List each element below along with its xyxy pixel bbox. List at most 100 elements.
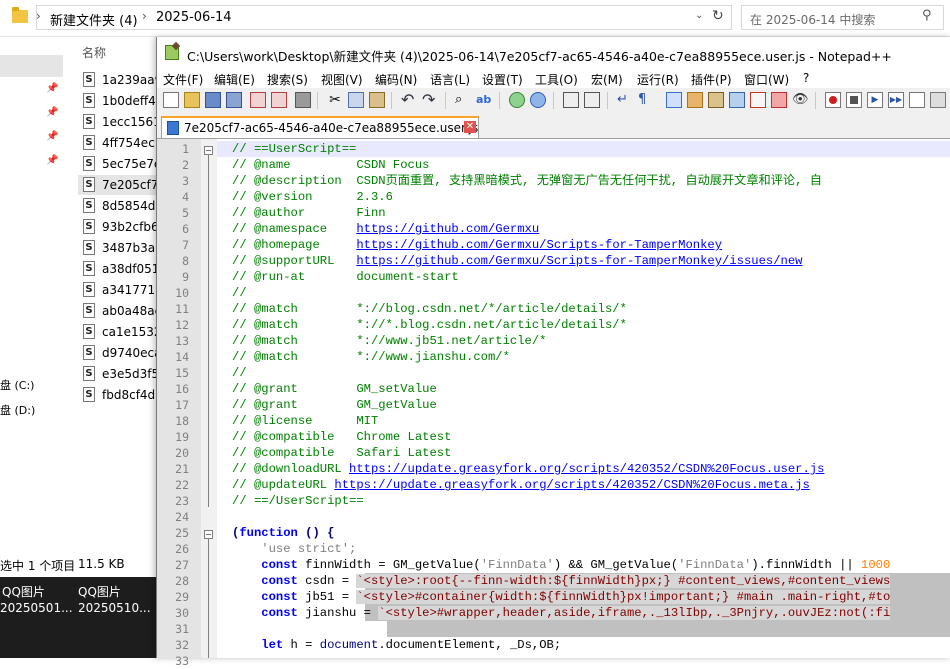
undo-icon[interactable]: ↶ [401, 92, 417, 108]
menu-plugins[interactable]: 插件(P) [691, 71, 732, 88]
file-list-item[interactable]: Se3e5d3f5 [78, 364, 159, 384]
tab-active-file[interactable]: 7e205cf7-ac65-4546-a40e-c7ea88955ece.use… [161, 116, 479, 138]
save-macro-icon[interactable] [909, 92, 925, 108]
breadcrumb-folder[interactable]: 新建文件夹 (4) [50, 10, 138, 29]
more-tools-icon[interactable] [930, 92, 946, 108]
line-number: 18 [175, 414, 189, 428]
menu-settings[interactable]: 设置(T) [482, 71, 523, 88]
menu-tools[interactable]: 工具(O) [535, 71, 578, 88]
chevron-right-icon: › [36, 9, 41, 23]
toolbar-separator [317, 92, 318, 109]
editor[interactable]: 1 2 3 4 5 6 7 8 9 10 11 12 13 14 15 16 17 18 19 20 21 22 23 24 2… [157, 139, 950, 668]
file-list-item[interactable]: S 3487b3a1 [78, 238, 163, 258]
link[interactable]: https://update.greasyfork.org/scripts/42… [349, 462, 824, 476]
file-list-item[interactable]: S 1a239aa9 [78, 70, 162, 90]
redo-icon[interactable]: ↷ [422, 92, 438, 108]
menu-file[interactable]: 文件(F) [163, 71, 203, 88]
menu-edit[interactable]: 编辑(E) [214, 71, 255, 88]
run-macro-multiple-icon[interactable]: ▶▶ [888, 92, 904, 108]
fold-toggle-icon[interactable]: − [204, 530, 213, 539]
address-path-box[interactable] [36, 5, 732, 30]
file-list-item[interactable]: Sa3417713 [78, 280, 163, 300]
file-list-item[interactable]: Sca1e1532 [78, 322, 162, 342]
code-line: const jb51 = `<style>#container{width:${… [261, 590, 891, 604]
link[interactable]: https://github.com/Germxu [356, 222, 539, 236]
save-all-icon[interactable] [226, 92, 242, 108]
taskbar-item-title[interactable]: QQ图片 [78, 583, 121, 600]
code-line: // @license MIT [232, 414, 379, 428]
print-icon[interactable] [295, 92, 311, 108]
find-icon[interactable]: ⌕ [455, 92, 471, 108]
close-all-icon[interactable] [271, 92, 287, 108]
user-lang-icon[interactable] [687, 92, 703, 108]
stop-macro-icon[interactable] [846, 92, 862, 108]
menu-language[interactable]: 语言(L) [430, 71, 470, 88]
fold-toggle-icon[interactable]: − [204, 146, 213, 155]
sync-horizontal-icon[interactable] [584, 92, 600, 108]
folder-workspace-icon[interactable] [750, 92, 766, 108]
sync-vertical-icon[interactable] [563, 92, 579, 108]
file-list-item[interactable]: S 7e205cf7 [78, 175, 158, 195]
code-line: // [232, 366, 247, 380]
record-macro-icon[interactable] [825, 92, 841, 108]
file-list-item[interactable]: S 1ecc1561 [78, 112, 161, 132]
file-list-item[interactable]: Sab0a48ac [78, 301, 161, 321]
function-list-icon[interactable] [729, 92, 745, 108]
word-wrap-icon[interactable]: ↵ [617, 92, 633, 108]
menu-macro[interactable]: 宏(M) [591, 71, 623, 88]
column-header-name[interactable]: 名称 [82, 44, 106, 61]
zoom-in-icon[interactable] [509, 92, 525, 108]
show-all-chars-icon[interactable]: ¶ [638, 92, 654, 108]
chevron-down-icon[interactable]: ⌄ [695, 10, 703, 21]
taskbar-item-subtitle[interactable]: 20250510... [78, 601, 151, 615]
line-number: 11 [175, 302, 189, 316]
line-number: 22 [175, 478, 189, 492]
menu-search[interactable]: 搜索(S) [267, 71, 308, 88]
menu-view[interactable]: 视图(V) [321, 71, 363, 88]
open-file-icon[interactable] [184, 92, 200, 108]
cut-icon[interactable]: ✂ [327, 92, 343, 108]
drive-d[interactable]: 盘 (D:) [0, 402, 35, 418]
menu-encoding[interactable]: 编码(N) [375, 71, 417, 88]
taskbar-item-title[interactable]: QQ图片 [2, 583, 45, 600]
zoom-out-icon[interactable] [530, 92, 546, 108]
folder-as-workspace-icon[interactable] [771, 92, 787, 108]
save-icon[interactable] [205, 92, 221, 108]
search-icon[interactable]: ⚲ [922, 8, 932, 23]
file-list-item[interactable]: S 4ff754ec [78, 133, 156, 153]
monitor-icon[interactable]: 👁 [792, 92, 809, 108]
code-line: // @match *://blog.csdn.net/*/article/de… [232, 302, 627, 316]
file-name: 1b0deff4 [102, 94, 156, 108]
taskbar-item-subtitle[interactable]: 20250501... [0, 601, 73, 615]
fold-margin [201, 139, 217, 658]
replace-icon[interactable]: ab [476, 92, 492, 108]
file-list-item[interactable]: Sd9740eca [78, 343, 162, 363]
menu-window[interactable]: 窗口(W) [744, 71, 789, 88]
new-file-icon[interactable] [163, 92, 179, 108]
link[interactable]: https://github.com/Germxu/Scripts-for-Ta… [356, 254, 802, 268]
paste-icon[interactable] [369, 92, 385, 108]
menu-help[interactable]: ? [803, 71, 809, 85]
file-list-item[interactable]: Sa38df051 [78, 259, 159, 279]
link[interactable]: https://github.com/Germxu/Scripts-for-Ta… [356, 238, 722, 252]
file-list-item[interactable]: S 8d5854d7 [78, 196, 163, 216]
menu-run[interactable]: 运行(R) [637, 71, 679, 88]
file-list-item[interactable]: S 1b0deff4 [78, 91, 156, 111]
file-list-item[interactable]: S 93b2cfb6 [78, 217, 159, 237]
refresh-icon[interactable]: ↻ [712, 8, 724, 24]
nav-selected-item[interactable] [0, 55, 63, 77]
title-bar[interactable]: C:\Users\work\Desktop\新建文件夹 (4)\2025-06-… [157, 37, 950, 68]
breadcrumb-date-folder[interactable]: 2025-06-14 [156, 10, 232, 25]
line-number: 27 [175, 558, 189, 572]
indent-guide-icon[interactable] [666, 92, 682, 108]
link[interactable]: https://update.greasyfork.org/scripts/42… [334, 478, 809, 492]
file-list-item[interactable]: Sfbd8cf4d [78, 385, 156, 405]
copy-icon[interactable] [348, 92, 364, 108]
close-file-icon[interactable] [250, 92, 266, 108]
close-tab-icon[interactable]: ✕ [464, 121, 476, 133]
file-list-item[interactable]: S 5ec75e7e [78, 154, 161, 174]
drive-c[interactable]: 盘 (C:) [0, 377, 34, 393]
document-map-icon[interactable] [708, 92, 724, 108]
line-number: 12 [175, 318, 189, 332]
play-macro-icon[interactable]: ▶ [867, 92, 883, 108]
